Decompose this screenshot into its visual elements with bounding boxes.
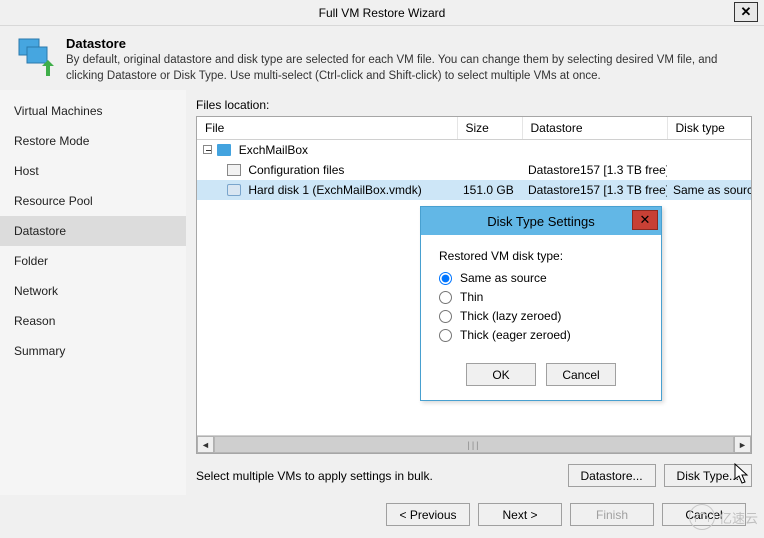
header-title: Datastore [66, 36, 750, 51]
tree-toggle-icon[interactable] [203, 145, 212, 154]
close-icon: ✕ [741, 4, 752, 20]
file-name: Configuration files [248, 163, 344, 177]
close-icon: ✕ [640, 212, 651, 228]
dialog-ok-button[interactable]: OK [466, 363, 536, 386]
watermark-icon [689, 504, 715, 530]
header-text: Datastore By default, original datastore… [66, 36, 750, 84]
header-description: By default, original datastore and disk … [66, 53, 750, 84]
sidebar-item-host[interactable]: Host [0, 156, 186, 186]
sidebar-item-virtual-machines[interactable]: Virtual Machines [0, 96, 186, 126]
dialog-group-label: Restored VM disk type: [439, 249, 643, 263]
files-table: File Size Datastore Disk type [197, 117, 751, 200]
disk-icon [227, 184, 241, 196]
radio-input[interactable] [439, 272, 452, 285]
file-datastore: Datastore157 [1.3 TB free] [522, 160, 667, 180]
wizard-footer: < Previous Next > Finish Cancel [0, 495, 764, 538]
dialog-footer: OK Cancel [421, 357, 661, 400]
wizard-header: Datastore By default, original datastore… [0, 26, 764, 90]
watermark-text: 亿速云 [719, 508, 758, 527]
sidebar-item-summary[interactable]: Summary [0, 336, 186, 366]
sidebar-item-folder[interactable]: Folder [0, 246, 186, 276]
disk-type-settings-dialog: Disk Type Settings ✕ Restored VM disk ty… [420, 206, 662, 401]
scroll-track[interactable]: ||| [214, 436, 734, 453]
table-row[interactable]: Configuration files Datastore157 [1.3 TB… [197, 160, 751, 180]
window-title: Full VM Restore Wizard [319, 6, 446, 20]
sidebar-item-datastore[interactable]: Datastore [0, 216, 186, 246]
file-datastore [522, 140, 667, 160]
datastore-button[interactable]: Datastore... [568, 464, 656, 487]
sidebar: Virtual Machines Restore Mode Host Resou… [0, 90, 186, 495]
scroll-left-arrow-icon[interactable]: ◄ [197, 436, 214, 453]
wizard-window: Full VM Restore Wizard ✕ Datastore By de… [0, 0, 764, 538]
col-header-disktype[interactable]: Disk type [667, 117, 751, 140]
file-name: ExchMailBox [239, 143, 308, 157]
table-header-row: File Size Datastore Disk type [197, 117, 751, 140]
close-button[interactable]: ✕ [734, 2, 758, 22]
file-size [457, 140, 522, 160]
col-header-size[interactable]: Size [457, 117, 522, 140]
titlebar: Full VM Restore Wizard ✕ [0, 0, 764, 26]
dialog-titlebar[interactable]: Disk Type Settings ✕ [421, 207, 661, 235]
bulk-hint: Select multiple VMs to apply settings in… [196, 469, 433, 483]
radio-thick-lazy[interactable]: Thick (lazy zeroed) [439, 309, 643, 323]
col-header-datastore[interactable]: Datastore [522, 117, 667, 140]
config-icon [227, 164, 241, 176]
radio-thick-eager[interactable]: Thick (eager zeroed) [439, 328, 643, 342]
file-disktype [667, 160, 751, 180]
radio-input[interactable] [439, 310, 452, 323]
horizontal-scrollbar[interactable]: ◄ ||| ► [197, 435, 751, 453]
sidebar-item-resource-pool[interactable]: Resource Pool [0, 186, 186, 216]
radio-thin[interactable]: Thin [439, 290, 643, 304]
dialog-title: Disk Type Settings [487, 214, 594, 229]
sidebar-item-network[interactable]: Network [0, 276, 186, 306]
previous-button[interactable]: < Previous [386, 503, 470, 526]
col-header-file[interactable]: File [197, 117, 457, 140]
dialog-cancel-button[interactable]: Cancel [546, 363, 616, 386]
scroll-right-arrow-icon[interactable]: ► [734, 436, 751, 453]
table-row[interactable]: ExchMailBox [197, 140, 751, 160]
radio-same-as-source[interactable]: Same as source [439, 271, 643, 285]
watermark: 亿速云 [689, 504, 758, 530]
vm-icon [217, 144, 231, 156]
file-name: Hard disk 1 (ExchMailBox.vmdk) [248, 183, 421, 197]
next-button[interactable]: Next > [478, 503, 562, 526]
file-disktype [667, 140, 751, 160]
table-row[interactable]: Hard disk 1 (ExchMailBox.vmdk) 151.0 GB … [197, 180, 751, 200]
dialog-close-button[interactable]: ✕ [632, 210, 658, 230]
file-disktype: Same as source [667, 180, 751, 200]
sidebar-item-reason[interactable]: Reason [0, 306, 186, 336]
radio-input[interactable] [439, 291, 452, 304]
file-size: 151.0 GB [457, 180, 522, 200]
scroll-thumb[interactable]: ||| [214, 436, 734, 453]
file-size [457, 160, 522, 180]
radio-input[interactable] [439, 329, 452, 342]
sidebar-item-restore-mode[interactable]: Restore Mode [0, 126, 186, 156]
files-location-label: Files location: [196, 98, 752, 112]
finish-button: Finish [570, 503, 654, 526]
dialog-body: Restored VM disk type: Same as source Th… [421, 235, 661, 357]
file-datastore: Datastore157 [1.3 TB free] [522, 180, 667, 200]
disk-type-button[interactable]: Disk Type... [664, 464, 752, 487]
bulk-row: Select multiple VMs to apply settings in… [196, 464, 752, 487]
header-icon [14, 36, 56, 78]
